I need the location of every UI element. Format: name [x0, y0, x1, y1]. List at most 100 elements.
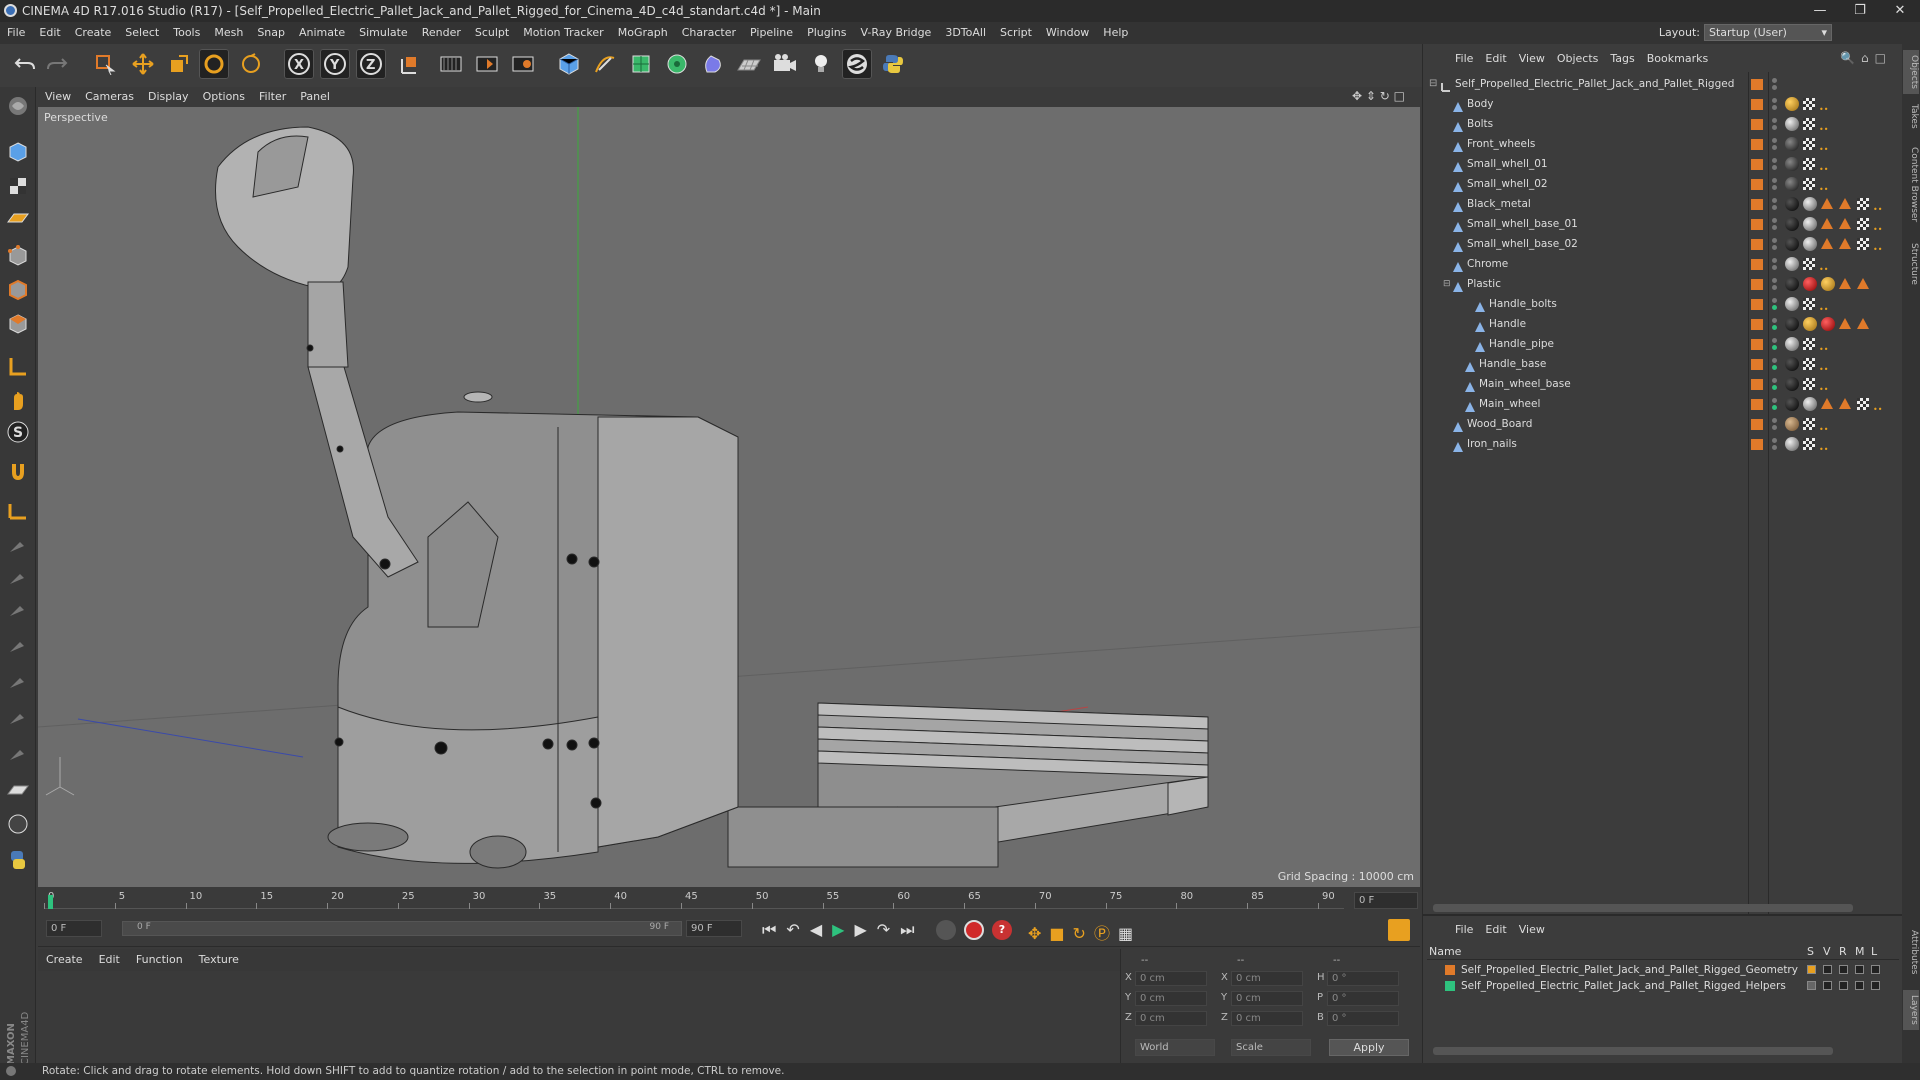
material-tag-icon[interactable]: [1785, 357, 1799, 371]
apply-button[interactable]: Apply: [1329, 1039, 1409, 1056]
object-manager-scrollbar[interactable]: [1433, 904, 1853, 912]
material-tag-icon[interactable]: [1821, 277, 1835, 291]
menu-mesh[interactable]: Mesh: [207, 22, 250, 44]
material-tag-icon[interactable]: [1785, 257, 1799, 271]
layer-color-icon[interactable]: [1751, 439, 1763, 450]
phong-tag-icon[interactable]: [1803, 158, 1815, 170]
coordinate-system-button[interactable]: [394, 49, 424, 79]
render-visibility-dot[interactable]: [1772, 425, 1777, 430]
layer-solo-icon[interactable]: [1807, 965, 1816, 974]
menu-plugins[interactable]: Plugins: [800, 22, 853, 44]
viewport-menu-view[interactable]: View: [38, 87, 78, 107]
edges-mode-button[interactable]: [5, 277, 31, 303]
material-tag-icon[interactable]: [1785, 277, 1799, 291]
material-tag-icon[interactable]: [1785, 297, 1799, 311]
z-axis-button[interactable]: Z: [356, 49, 386, 79]
vray-tool-button[interactable]: [5, 811, 31, 837]
layer-visible-icon[interactable]: [1823, 981, 1832, 990]
redo-button[interactable]: [42, 49, 72, 79]
material-tag-icon[interactable]: [1803, 397, 1817, 411]
snap-button[interactable]: S: [5, 419, 31, 445]
material-tag-icon[interactable]: [1803, 237, 1817, 251]
material-tag-icon[interactable]: [1785, 97, 1799, 111]
menu-sculpt[interactable]: Sculpt: [468, 22, 516, 44]
render-visibility-dot[interactable]: [1772, 125, 1777, 130]
layer-render-icon[interactable]: [1839, 965, 1848, 974]
light-button[interactable]: [806, 49, 836, 79]
layer-lock-icon[interactable]: [1871, 965, 1880, 974]
deformer-button[interactable]: [698, 49, 728, 79]
locked-workplane-button[interactable]: [5, 497, 31, 523]
layer-manager-icon[interactable]: [1855, 981, 1864, 990]
menu-edit[interactable]: Edit: [32, 22, 67, 44]
play-icon[interactable]: ▶: [832, 920, 854, 939]
phong-tag-icon[interactable]: [1803, 338, 1815, 350]
make-editable-button[interactable]: [5, 93, 31, 119]
collapse-icon[interactable]: ⊟: [1443, 274, 1451, 294]
object-menu-edit[interactable]: Edit: [1479, 49, 1512, 69]
record-active-icon[interactable]: [964, 920, 984, 940]
cube-primitive-button[interactable]: [554, 49, 584, 79]
layer-color-icon[interactable]: [1751, 379, 1763, 390]
render-visibility-dot[interactable]: [1772, 325, 1777, 330]
render-settings-button[interactable]: [508, 49, 538, 79]
cloner-button[interactable]: [662, 49, 692, 79]
object-row-self_propelled_electric_pallet_jack_and_pallet_rigged[interactable]: ⊟ Self_Propelled_Electric_Pallet_Jack_and…: [1423, 74, 1903, 94]
editor-visibility-dot[interactable]: [1772, 278, 1777, 283]
layer-color-icon[interactable]: [1445, 981, 1455, 991]
tweak-mode-button[interactable]: [5, 387, 31, 413]
texture-tag-icon[interactable]: [1821, 398, 1833, 409]
menu-select[interactable]: Select: [118, 22, 166, 44]
search-icon[interactable]: 🔍: [1840, 51, 1861, 65]
layout-select[interactable]: Startup (User) ▾: [1704, 24, 1832, 41]
object-row-chrome[interactable]: Chrome ••: [1423, 254, 1903, 274]
next-key-icon[interactable]: ↷: [877, 920, 900, 939]
layer-solo-icon[interactable]: [1807, 981, 1816, 990]
layer-visible-icon[interactable]: [1823, 965, 1832, 974]
go-to-end-icon[interactable]: ⏭: [900, 920, 924, 939]
render-visibility-dot[interactable]: [1772, 365, 1777, 370]
material-tag-icon[interactable]: [1785, 317, 1799, 331]
texture-tag-icon[interactable]: [1839, 198, 1851, 209]
sculpt-brush-3-icon[interactable]: [5, 595, 31, 621]
render-visibility-dot[interactable]: [1772, 145, 1777, 150]
material-tag-icon[interactable]: [1821, 317, 1835, 331]
material-tag-icon[interactable]: [1785, 417, 1799, 431]
material-tag-icon[interactable]: [1785, 157, 1799, 171]
coordinate-mode-select[interactable]: Scale: [1231, 1039, 1311, 1056]
viewport-nav-icons[interactable]: ✥ ⇕ ↻ □: [1352, 89, 1418, 105]
layer-color-icon[interactable]: [1751, 319, 1763, 330]
render-visibility-dot[interactable]: [1772, 225, 1777, 230]
new-window-icon[interactable]: □: [1875, 51, 1892, 65]
menu-snap[interactable]: Snap: [250, 22, 292, 44]
menu-tools[interactable]: Tools: [166, 22, 207, 44]
object-row-front_wheels[interactable]: Front_wheels ••: [1423, 134, 1903, 154]
editor-visibility-dot[interactable]: [1772, 78, 1777, 83]
coord-size-field[interactable]: 0 cm: [1231, 991, 1303, 1006]
menu-mograph[interactable]: MoGraph: [611, 22, 675, 44]
layer-color-icon[interactable]: [1751, 139, 1763, 150]
material-menu-texture[interactable]: Texture: [191, 949, 247, 971]
phong-tag-icon[interactable]: [1803, 258, 1815, 270]
magnet-tool-button[interactable]: [5, 459, 31, 485]
x-axis-button[interactable]: X: [284, 49, 314, 79]
layer-color-icon[interactable]: [1751, 119, 1763, 130]
object-menu-file[interactable]: File: [1449, 49, 1479, 69]
editor-visibility-dot[interactable]: [1772, 138, 1777, 143]
floor-button[interactable]: [734, 49, 764, 79]
texture-tag-icon[interactable]: [1821, 198, 1833, 209]
texture-tag-icon[interactable]: [1839, 398, 1851, 409]
minimize-button[interactable]: —: [1800, 0, 1840, 22]
material-tag-icon[interactable]: [1785, 217, 1799, 231]
points-mode-button[interactable]: [5, 243, 31, 269]
key-move-icon[interactable]: ✥: [1028, 924, 1049, 943]
timeline-window-icon[interactable]: [1388, 919, 1410, 941]
menu-pipeline[interactable]: Pipeline: [743, 22, 800, 44]
texture-tag-icon[interactable]: [1839, 238, 1851, 249]
editor-visibility-dot[interactable]: [1772, 218, 1777, 223]
layer-color-icon[interactable]: [1751, 239, 1763, 250]
material-tag-icon[interactable]: [1785, 237, 1799, 251]
object-row-handle_pipe[interactable]: Handle_pipe ••: [1423, 334, 1903, 354]
material-tag-icon[interactable]: [1785, 197, 1799, 211]
render-visibility-dot[interactable]: [1772, 405, 1777, 410]
